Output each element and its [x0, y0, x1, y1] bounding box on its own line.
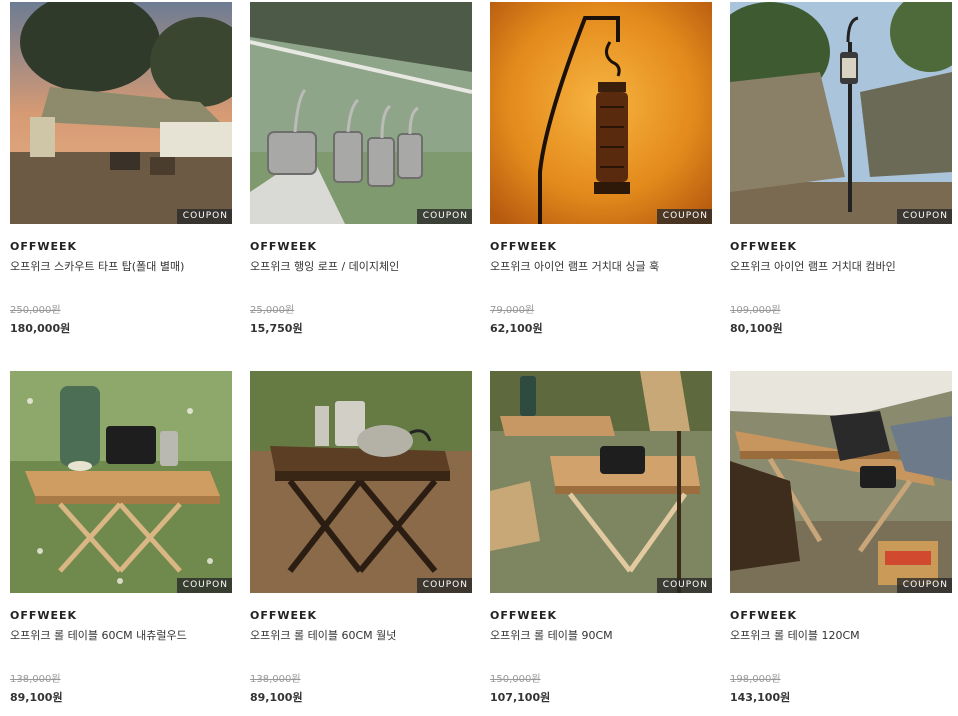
- product-card[interactable]: COUPON OFFWEEK 오프위크 롤 테이블 120CM 198,000원…: [730, 371, 952, 704]
- original-price: 79,000원: [490, 305, 535, 316]
- product-card[interactable]: COUPON OFFWEEK 오프위크 아이언 램프 거치대 싱글 훅 79,0…: [490, 2, 712, 335]
- product-image[interactable]: COUPON: [730, 371, 952, 593]
- coupon-badge: COUPON: [896, 578, 952, 593]
- original-price: 138,000원: [250, 674, 301, 685]
- coupon-badge: COUPON: [176, 209, 232, 224]
- original-price: 150,000원: [490, 674, 541, 685]
- product-image[interactable]: COUPON: [730, 2, 952, 224]
- product-card[interactable]: COUPON OFFWEEK 오프위크 롤 테이블 90CM 150,000원 …: [490, 371, 712, 704]
- sale-price: 62,100원: [490, 322, 543, 335]
- product-image[interactable]: COUPON: [250, 2, 472, 224]
- product-grid: COUPON OFFWEEK 오프위크 스카우트 타프 탑(폴대 별매) 250…: [0, 0, 958, 716]
- tarp-camping-photo: [10, 2, 232, 224]
- product-name[interactable]: 오프위크 아이언 램프 거치대 컴바인: [730, 258, 896, 274]
- product-card[interactable]: COUPON OFFWEEK 오프위크 롤 테이블 60CM 월넛 138,00…: [250, 371, 472, 704]
- product-brand: OFFWEEK: [10, 240, 78, 253]
- product-card[interactable]: COUPON OFFWEEK 오프위크 아이언 램프 거치대 컴바인 109,0…: [730, 2, 952, 335]
- table-90cm-photo: [490, 371, 712, 593]
- product-brand: OFFWEEK: [490, 240, 558, 253]
- table-120cm-photo: [730, 371, 952, 593]
- sale-price: 89,100원: [10, 691, 63, 704]
- product-card[interactable]: COUPON OFFWEEK 오프위크 롤 테이블 60CM 내츄럴우드 138…: [10, 371, 232, 704]
- product-brand: OFFWEEK: [10, 609, 78, 622]
- original-price: 198,000원: [730, 674, 781, 685]
- sale-price: 143,100원: [730, 691, 791, 704]
- coupon-badge: COUPON: [656, 578, 712, 593]
- product-brand: OFFWEEK: [730, 609, 798, 622]
- sale-price: 80,100원: [730, 322, 783, 335]
- coupon-badge: COUPON: [176, 578, 232, 593]
- original-price: 25,000원: [250, 305, 295, 316]
- product-image[interactable]: COUPON: [490, 371, 712, 593]
- product-card[interactable]: COUPON OFFWEEK 오프위크 스카우트 타프 탑(폴대 별매) 250…: [10, 2, 232, 335]
- product-name[interactable]: 오프위크 행잉 로프 / 데이지체인: [250, 258, 399, 274]
- coupon-badge: COUPON: [656, 209, 712, 224]
- product-name[interactable]: 오프위크 롤 테이블 60CM 내츄럴우드: [10, 627, 187, 643]
- table-natural-wood-photo: [10, 371, 232, 593]
- product-name[interactable]: 오프위크 롤 테이블 120CM: [730, 627, 860, 643]
- hanging-rope-cups-photo: [250, 2, 472, 224]
- product-name[interactable]: 오프위크 롤 테이블 60CM 월넛: [250, 627, 396, 643]
- product-brand: OFFWEEK: [250, 240, 318, 253]
- lantern-hook-sunset-photo: [490, 2, 712, 224]
- product-card[interactable]: COUPON OFFWEEK 오프위크 행잉 로프 / 데이지체인 25,000…: [250, 2, 472, 335]
- tent-lantern-stand-photo: [730, 2, 952, 224]
- product-image[interactable]: COUPON: [250, 371, 472, 593]
- product-name[interactable]: 오프위크 롤 테이블 90CM: [490, 627, 613, 643]
- product-brand: OFFWEEK: [490, 609, 558, 622]
- product-image[interactable]: COUPON: [10, 2, 232, 224]
- sale-price: 107,100원: [490, 691, 551, 704]
- product-name[interactable]: 오프위크 스카우트 타프 탑(폴대 별매): [10, 258, 184, 274]
- product-brand: OFFWEEK: [730, 240, 798, 253]
- product-name[interactable]: 오프위크 아이언 램프 거치대 싱글 훅: [490, 258, 659, 274]
- coupon-badge: COUPON: [896, 209, 952, 224]
- product-image[interactable]: COUPON: [10, 371, 232, 593]
- coupon-badge: COUPON: [416, 209, 472, 224]
- coupon-badge: COUPON: [416, 578, 472, 593]
- sale-price: 15,750원: [250, 322, 303, 335]
- sale-price: 180,000원: [10, 322, 71, 335]
- original-price: 138,000원: [10, 674, 61, 685]
- product-image[interactable]: COUPON: [490, 2, 712, 224]
- original-price: 250,000원: [10, 305, 61, 316]
- product-brand: OFFWEEK: [250, 609, 318, 622]
- sale-price: 89,100원: [250, 691, 303, 704]
- original-price: 109,000원: [730, 305, 781, 316]
- table-walnut-photo: [250, 371, 472, 593]
